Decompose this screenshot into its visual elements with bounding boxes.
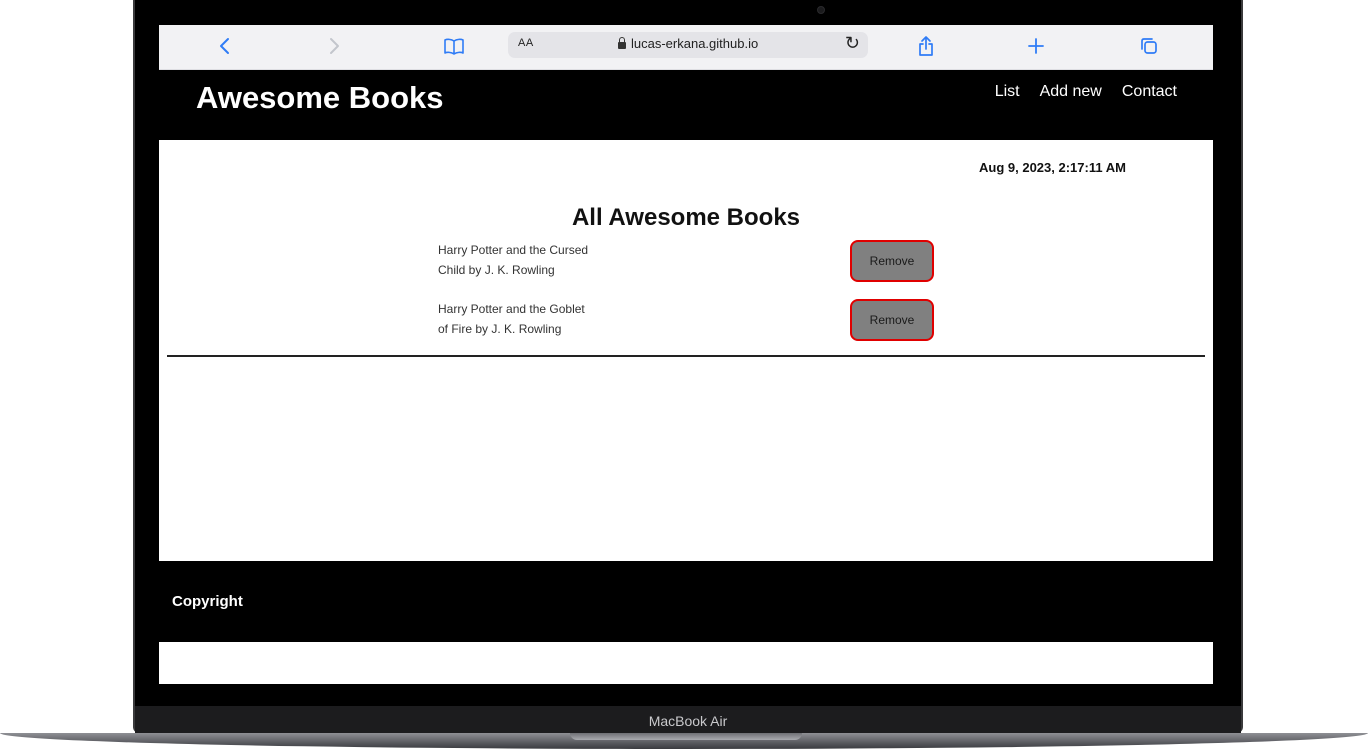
chevron-left-icon[interactable]: [214, 31, 234, 61]
copyright-text: Copyright: [172, 593, 243, 610]
url-text[interactable]: lucas-erkana.github.io: [631, 36, 758, 51]
book-text-line: of Fire by J. K. Rowling: [438, 322, 562, 336]
share-icon[interactable]: [914, 31, 938, 61]
nav-link-add-new[interactable]: Add new: [1040, 83, 1102, 101]
site-header: Awesome Books List Add new Contact: [159, 70, 1213, 140]
remove-button[interactable]: Remove: [850, 299, 934, 341]
book-text-line: Harry Potter and the Goblet: [438, 302, 585, 316]
address-bar[interactable]: AA lucas-erkana.github.io ↻: [508, 32, 868, 58]
divider: [167, 355, 1205, 357]
book-icon[interactable]: [442, 31, 466, 61]
book-list: Harry Potter and the Cursed Child by J. …: [438, 240, 938, 358]
book-text-line: Harry Potter and the Cursed: [438, 243, 589, 257]
chevron-right-icon[interactable]: [325, 31, 345, 61]
book-text-line: Child by J. K. Rowling: [438, 263, 555, 277]
current-datetime: Aug 9, 2023, 2:17:11 AM: [979, 160, 1126, 175]
text-size-button[interactable]: AA: [518, 37, 534, 49]
site-footer: Copyright: [159, 561, 1213, 642]
nav-link-contact[interactable]: Contact: [1122, 83, 1177, 101]
book-info: Harry Potter and the Cursed Child by J. …: [438, 240, 638, 280]
safari-toolbar: AA lucas-erkana.github.io ↻: [159, 25, 1213, 70]
base-notch: [570, 733, 802, 740]
plus-icon[interactable]: [1024, 31, 1048, 61]
list-item: Harry Potter and the Cursed Child by J. …: [438, 240, 938, 299]
tabs-icon[interactable]: [1137, 31, 1161, 61]
macbook-frame: AA lucas-erkana.github.io ↻ Awesome Book…: [0, 0, 1368, 749]
browser-screen: AA lucas-erkana.github.io ↻ Awesome Book…: [159, 25, 1213, 684]
lock-icon: [618, 36, 626, 49]
site-title: Awesome Books: [196, 80, 444, 115]
section-title: All Awesome Books: [571, 204, 801, 231]
main-nav: List Add new Contact: [995, 83, 1177, 101]
reload-icon[interactable]: ↻: [845, 33, 860, 54]
remove-button[interactable]: Remove: [850, 240, 934, 282]
camera-icon: [817, 6, 825, 14]
book-info: Harry Potter and the Goblet of Fire by J…: [438, 299, 638, 339]
list-item: Harry Potter and the Goblet of Fire by J…: [438, 299, 938, 358]
device-label: MacBook Air: [135, 706, 1241, 733]
nav-link-list[interactable]: List: [995, 83, 1020, 101]
